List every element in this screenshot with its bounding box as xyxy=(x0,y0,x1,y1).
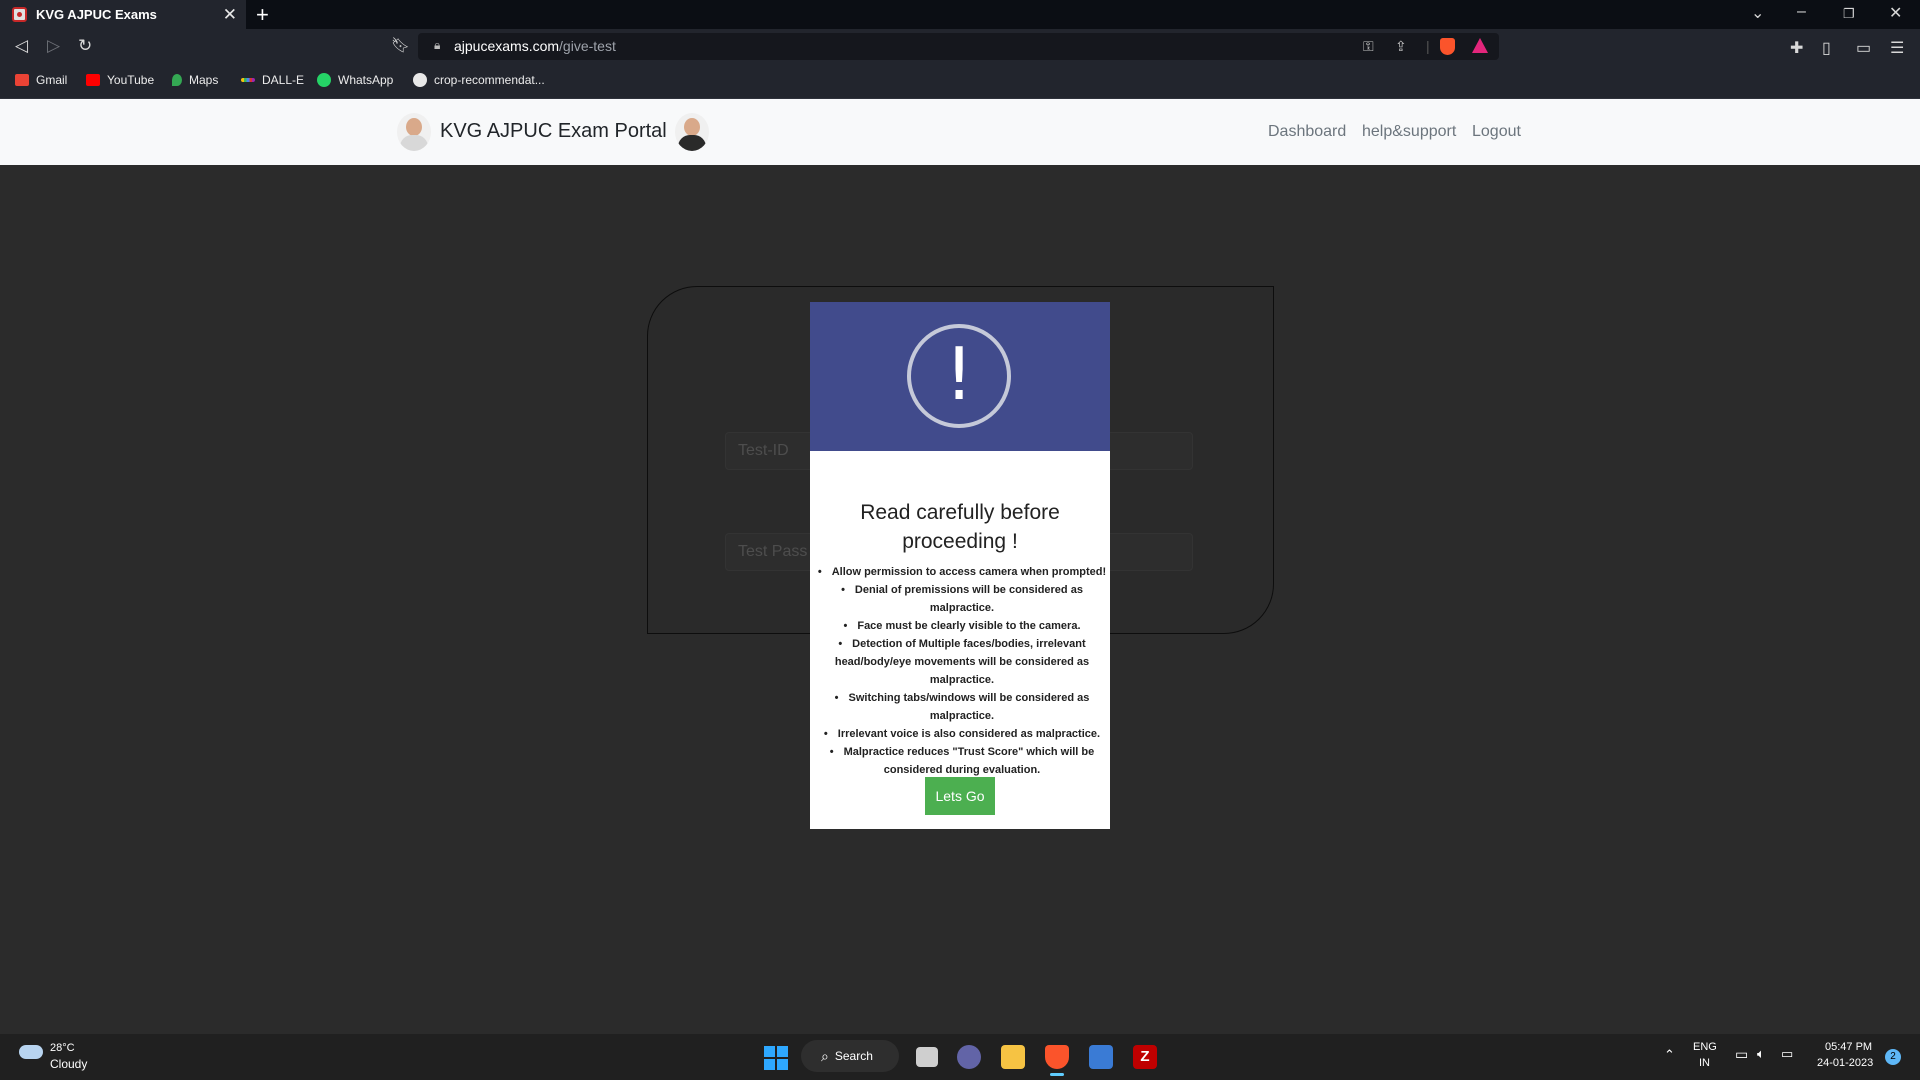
forward-icon[interactable]: ▷ xyxy=(47,36,60,56)
nav-dashboard-link[interactable]: Dashboard xyxy=(1268,123,1346,141)
bookmark-label: WhatsApp xyxy=(338,73,394,87)
language-top[interactable]: ENG xyxy=(1693,1041,1717,1053)
chat-icon[interactable] xyxy=(957,1045,981,1069)
rule-item: Malpractice reduces "Trust Score" which … xyxy=(816,743,1108,779)
bookmark-maps[interactable]: Maps xyxy=(172,73,218,87)
maps-icon xyxy=(172,74,182,86)
url-path: /give-test xyxy=(559,38,616,54)
search-label: Search xyxy=(834,1049,873,1063)
site-navbar xyxy=(0,99,1920,165)
clock-time[interactable]: 05:47 PM xyxy=(1825,1041,1872,1053)
start-button-icon[interactable] xyxy=(764,1046,788,1070)
tab-search-chevron-icon[interactable]: ⌄ xyxy=(1751,3,1764,23)
rule-item: Detection of Multiple faces/bodies, irre… xyxy=(816,635,1108,689)
new-tab-button[interactable]: + xyxy=(256,2,269,28)
brave-shields-icon[interactable] xyxy=(1440,38,1455,55)
filezilla-icon[interactable]: Z xyxy=(1133,1045,1157,1069)
weather-temperature[interactable]: 28°C xyxy=(50,1042,75,1054)
close-tab-icon[interactable]: ✕ xyxy=(223,5,237,25)
github-icon xyxy=(413,73,427,87)
clock-date[interactable]: 24-01-2023 xyxy=(1817,1057,1873,1069)
extensions-icon[interactable]: ✚ xyxy=(1790,38,1803,58)
key-icon[interactable]: ⚿ xyxy=(1363,38,1374,55)
dalle-icon xyxy=(241,78,255,82)
modal-title: Read carefully before proceeding ! xyxy=(860,501,1060,553)
tab-title: KVG AJPUC Exams xyxy=(36,7,157,22)
language-bottom[interactable]: IN xyxy=(1699,1057,1710,1069)
file-explorer-icon[interactable] xyxy=(1001,1045,1025,1069)
task-view-icon[interactable] xyxy=(916,1047,938,1067)
brave-rewards-icon[interactable] xyxy=(1472,38,1488,53)
browser-titlebar: KVG AJPUC Exams ✕ + ⌄ – ❐ ✕ xyxy=(0,0,1920,29)
address-bar[interactable]: 🔒︎ ajpucexams.com/give-test ⚿ ⇪ | xyxy=(418,33,1499,60)
minimize-icon[interactable]: – xyxy=(1797,3,1806,21)
battery-icon[interactable]: ▭ xyxy=(1781,1046,1793,1062)
close-window-icon[interactable]: ✕ xyxy=(1889,3,1902,23)
bookmark-label: Maps xyxy=(189,73,219,87)
bookmark-gmail[interactable]: Gmail xyxy=(15,73,67,87)
rule-item: Allow permission to access camera when p… xyxy=(816,563,1108,581)
rule-item: Switching tabs/windows will be considere… xyxy=(816,689,1108,725)
right-portrait-avatar xyxy=(675,113,709,151)
url-host: ajpucexams.com xyxy=(454,38,560,54)
bookmarks-bar: Gmail YouTube Maps DALL-E WhatsApp crop-… xyxy=(0,65,1920,99)
bookmark-label: crop-recommendat... xyxy=(434,73,545,87)
instructions-modal: ! Read carefully before proceeding ! All… xyxy=(810,302,1110,829)
bookmark-label: Gmail xyxy=(36,73,68,87)
lock-icon: 🔒︎ xyxy=(434,38,441,52)
modal-header: ! xyxy=(810,302,1110,451)
nav-logout-link[interactable]: Logout xyxy=(1472,123,1521,141)
url-text: ajpucexams.com/give-test xyxy=(454,38,616,54)
taskbar-search[interactable]: ⌕ Search xyxy=(801,1040,899,1072)
whatsapp-icon xyxy=(317,73,331,87)
bookmark-whatsapp[interactable]: WhatsApp xyxy=(317,73,393,87)
share-icon[interactable]: ⇪ xyxy=(1395,38,1407,55)
youtube-icon xyxy=(86,74,100,86)
gmail-icon xyxy=(15,74,29,86)
bookmark-crop-recommendation[interactable]: crop-recommendat... xyxy=(413,73,545,87)
rule-item: Irrelevant voice is also considered as m… xyxy=(816,725,1108,743)
site-brand[interactable]: KVG AJPUC Exam Portal xyxy=(440,120,667,143)
bookmark-icon[interactable]: 🔖︎ xyxy=(391,36,410,54)
rules-list: Allow permission to access camera when p… xyxy=(816,563,1108,779)
cloud-icon[interactable] xyxy=(19,1045,43,1059)
rule-item: Denial of premissions will be considered… xyxy=(816,581,1108,617)
network-app-icon[interactable] xyxy=(1089,1045,1113,1069)
site-favicon-icon xyxy=(12,7,27,22)
toolbar-divider: | xyxy=(1426,38,1430,54)
bookmark-youtube[interactable]: YouTube xyxy=(86,73,154,87)
bookmark-dalle[interactable]: DALL-E xyxy=(241,73,304,87)
restore-icon[interactable]: ❐ xyxy=(1843,6,1855,22)
wallet-icon[interactable]: ▭ xyxy=(1856,38,1871,58)
menu-icon[interactable]: ☰ xyxy=(1890,38,1904,58)
nav-help-support-link[interactable]: help&support xyxy=(1362,123,1456,141)
search-icon: ⌕ xyxy=(821,1047,829,1064)
reload-icon[interactable]: ↻ xyxy=(78,36,92,56)
active-app-indicator xyxy=(1050,1073,1064,1076)
brave-browser-icon[interactable] xyxy=(1045,1045,1069,1069)
rule-item: Face must be clearly visible to the came… xyxy=(816,617,1108,635)
left-portrait-avatar xyxy=(397,113,431,151)
bookmark-label: DALL-E xyxy=(262,73,305,87)
back-icon[interactable]: ◁ xyxy=(15,36,28,56)
browser-tab[interactable]: KVG AJPUC Exams ✕ xyxy=(0,0,246,29)
weather-condition[interactable]: Cloudy xyxy=(50,1057,87,1071)
exclamation-icon: ! xyxy=(907,324,1011,428)
display-icon[interactable]: ▭ xyxy=(1735,1046,1748,1063)
notification-badge[interactable]: 2 xyxy=(1885,1049,1901,1065)
tray-chevron-icon[interactable]: ⌃ xyxy=(1664,1047,1675,1063)
speaker-muted-icon[interactable]: 🔈︎ xyxy=(1757,1046,1765,1062)
bookmark-label: YouTube xyxy=(107,73,155,87)
sidebar-icon[interactable]: ▯ xyxy=(1822,38,1831,58)
lets-go-button[interactable]: Lets Go xyxy=(925,777,995,815)
